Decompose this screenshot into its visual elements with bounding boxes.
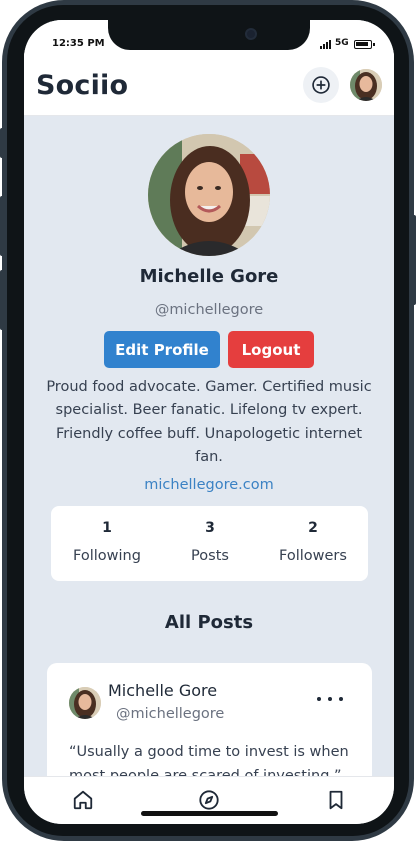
notch [108,20,310,50]
phone-volume-up [0,196,4,256]
stat-posts[interactable]: 3 Posts [157,506,263,581]
post-author-handle: @michellegore [116,706,225,722]
create-post-button[interactable] [303,67,339,103]
profile-stats: 1 Following 3 Posts 2 Followers [51,506,368,581]
profile-bio: Proud food advocate. Gamer. Certified mu… [46,379,372,465]
stat-followers-label: Followers [279,548,347,564]
logout-button[interactable]: Logout [228,331,314,368]
post-card[interactable]: Michelle Gore @michellegore “Usually a g… [47,663,372,776]
edit-profile-button[interactable]: Edit Profile [104,331,220,368]
brand-logo[interactable]: Sociio [36,70,128,101]
bookmark-icon[interactable] [325,789,347,811]
status-time: 12:35 PM [52,38,105,49]
app-header: Sociio [24,52,394,116]
profile-content[interactable]: Michelle Gore @michellegore Edit Profile… [24,116,394,776]
network-type: 5G [335,38,349,48]
more-horizontal-icon[interactable] [317,689,343,709]
phone-mute-switch [0,128,4,158]
compass-icon[interactable] [198,789,220,811]
post-text: “Usually a good time to invest is when m… [69,744,349,776]
post-author-avatar[interactable] [69,687,101,719]
stat-posts-label: Posts [191,548,229,564]
camera-icon [245,28,257,40]
profile-name: Michelle Gore [139,266,279,287]
stat-followers-count: 2 [308,520,318,536]
bottom-nav [24,776,394,824]
home-indicator[interactable] [141,811,278,816]
stat-following-label: Following [73,548,141,564]
stat-posts-count: 3 [205,520,215,536]
phone-volume-down [0,270,4,330]
battery-icon [354,40,375,49]
profile-website-link[interactable]: michellegore.com [24,477,394,493]
stat-followers[interactable]: 2 Followers [260,506,366,581]
home-icon[interactable] [72,789,94,811]
all-posts-heading: All Posts [164,612,254,633]
app-screen: 12:35 PM 5G Sociio Michelle Gore @michel… [24,20,394,824]
profile-photo [148,134,270,256]
stat-following-count: 1 [102,520,112,536]
phone-power-button [412,215,416,305]
profile-handle: @michellegore [154,302,264,318]
post-author-name[interactable]: Michelle Gore [108,681,217,700]
stat-following[interactable]: 1 Following [54,506,160,581]
plus-circle-icon [312,76,330,94]
user-avatar[interactable] [350,69,382,101]
signal-icon [320,40,334,49]
